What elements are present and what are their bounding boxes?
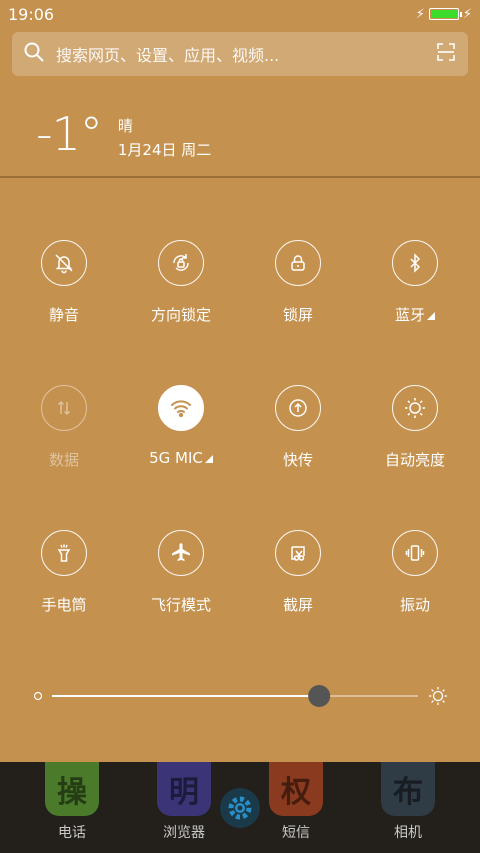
brightness-low-icon (33, 691, 43, 701)
vibrate-icon (392, 530, 438, 576)
quick-settings-panel: 静音 方向锁定 锁屏 蓝牙 数据 5G MIC 快传 自动亮度 手电筒 飞行模式… (0, 178, 480, 762)
tile-label: 飞行模式 (150, 596, 211, 614)
tile-label: 截屏 (282, 596, 313, 614)
status-bar: 19:06 ⚡ ⚡ (0, 0, 480, 28)
lock-icon (275, 240, 321, 286)
quick-transfer-icon (275, 385, 321, 431)
slider-thumb (308, 685, 331, 707)
tile-rotation-lock[interactable]: 方向锁定 (121, 240, 241, 325)
tile-label: 5G MIC (149, 449, 203, 467)
search-bar[interactable]: 搜索网页、设置、应用、视频... (12, 32, 468, 76)
tile-label: 锁屏 (282, 306, 313, 324)
tile-auto-brightness[interactable]: 自动亮度 (355, 385, 475, 470)
weather-temperature: -1° (36, 107, 103, 161)
phone-app-icon: 操 (45, 762, 99, 816)
dock-app-label: 浏览器 (163, 825, 205, 841)
tile-bluetooth[interactable]: 蓝牙 (355, 240, 475, 325)
tile-label: 振动 (399, 596, 430, 614)
tile-mobile-data[interactable]: 数据 (4, 385, 124, 470)
dock-app-browser[interactable]: 明 浏览器 (144, 762, 224, 842)
tile-label: 静音 (48, 306, 79, 324)
bluetooth-icon (392, 240, 438, 286)
wifi-icon (158, 385, 204, 431)
weather-date: 1月24日 周二 (117, 141, 212, 159)
messages-app-icon: 权 (269, 762, 323, 816)
bell-off-icon (41, 240, 87, 286)
tile-label-wrap: 蓝牙 (395, 304, 435, 325)
tile-mute[interactable]: 静音 (4, 240, 124, 325)
browser-app-icon: 明 (157, 762, 211, 816)
tile-flashlight[interactable]: 手电筒 (4, 530, 124, 615)
screenshot-icon (275, 530, 321, 576)
weather-condition: 晴 (117, 117, 133, 135)
search-input[interactable]: 搜索网页、设置、应用、视频... (56, 42, 424, 66)
dock-app-messages[interactable]: 权 短信 (256, 762, 336, 842)
tile-vibrate[interactable]: 振动 (355, 530, 475, 615)
expand-arrow-icon (427, 312, 435, 320)
tile-quick-transfer[interactable]: 快传 (238, 385, 358, 470)
flashlight-icon (41, 530, 87, 576)
tile-lock-screen[interactable]: 锁屏 (238, 240, 358, 325)
dock-app-label: 电话 (58, 825, 86, 841)
airplane-icon (158, 530, 204, 576)
dock-app-label: 相机 (394, 825, 422, 841)
dock-app-camera[interactable]: 布 相机 (368, 762, 448, 842)
camera-app-icon: 布 (381, 762, 435, 816)
battery-icon (428, 8, 462, 20)
brightness-slider[interactable] (0, 676, 480, 716)
battery-fill (430, 10, 457, 18)
tile-label: 方向锁定 (150, 306, 211, 324)
tile-screenshot[interactable]: 截屏 (238, 530, 358, 615)
scan-icon[interactable] (436, 42, 456, 66)
tile-label-wrap: 5G MIC (149, 449, 213, 467)
dock-app-label: 短信 (282, 825, 310, 841)
search-icon (24, 42, 44, 66)
tile-label: 自动亮度 (384, 451, 445, 469)
settings-gear-icon[interactable] (220, 788, 260, 828)
weather-info: 晴 1月24日 周二 (118, 108, 211, 162)
status-icons: ⚡ ⚡ (416, 7, 472, 22)
data-arrows-icon (41, 385, 87, 431)
rotation-lock-icon (158, 240, 204, 286)
dock: 操 电话 明 浏览器 权 短信 布 相机 (0, 762, 480, 853)
auto-brightness-icon (392, 385, 438, 431)
dock-app-phone[interactable]: 操 电话 (32, 762, 112, 842)
weather-widget[interactable]: -1° 晴 1月24日 周二 (36, 108, 211, 162)
brightness-high-icon (429, 687, 447, 705)
tile-label: 手电筒 (41, 596, 87, 614)
tile-label: 数据 (48, 451, 79, 469)
tile-label: 快传 (282, 451, 313, 469)
expand-arrow-icon (204, 455, 213, 463)
tile-airplane-mode[interactable]: 飞行模式 (121, 530, 241, 615)
tile-label: 蓝牙 (394, 306, 425, 324)
status-time: 19:06 (8, 4, 55, 24)
charging-icon: ⚡ (415, 6, 425, 22)
tile-wifi[interactable]: 5G MIC (121, 385, 241, 467)
charging-icon-2: ⚡ (462, 6, 472, 22)
